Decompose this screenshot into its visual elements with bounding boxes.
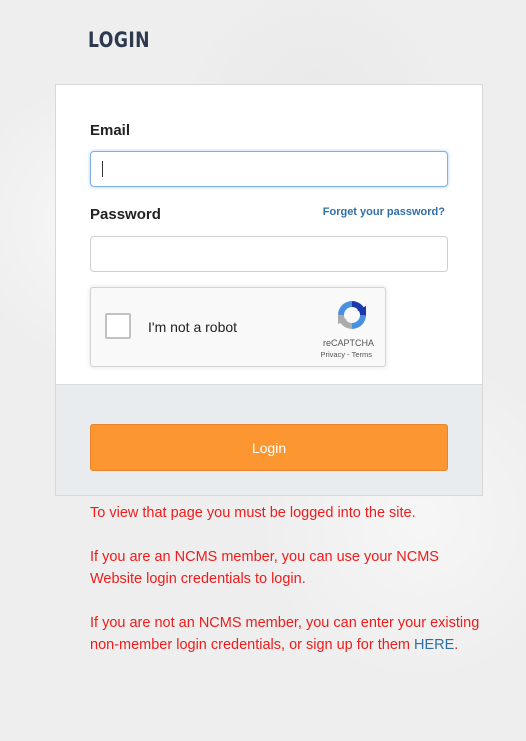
page-title: LOGIN (88, 28, 151, 52)
message-login-required: To view that page you must be logged int… (90, 505, 416, 521)
login-button[interactable]: Login (90, 424, 448, 471)
recaptcha-label: I'm not a robot (148, 319, 238, 335)
recaptcha-checkbox[interactable] (105, 313, 131, 339)
email-label: Email (90, 122, 131, 139)
message-nonmember-info: If you are not an NCMS member, you can e… (90, 612, 490, 656)
password-label: Password (90, 206, 161, 223)
recaptcha-privacy-link[interactable]: Privacy (320, 350, 345, 359)
signup-here-link[interactable]: HERE (414, 637, 454, 653)
login-card: Email Password Forget your password? I'm… (55, 84, 483, 496)
recaptcha-logo-icon (338, 301, 366, 329)
recaptcha-terms-link[interactable]: Terms (352, 350, 372, 359)
forgot-password-link[interactable]: Forget your password? (323, 206, 445, 218)
login-required-messages: To view that page you must be logged int… (90, 502, 490, 678)
recaptcha-widget: I'm not a robot reCAPTCHA Privacy - Term… (90, 287, 386, 367)
message-member-info: If you are an NCMS member, you can use y… (90, 549, 439, 587)
message-nonmember-period: . (454, 637, 459, 653)
email-field[interactable] (90, 151, 448, 187)
text-cursor (102, 161, 103, 177)
password-field[interactable] (90, 236, 448, 272)
recaptcha-links: Privacy - Terms (320, 350, 372, 359)
recaptcha-brand: reCAPTCHA (322, 338, 374, 348)
